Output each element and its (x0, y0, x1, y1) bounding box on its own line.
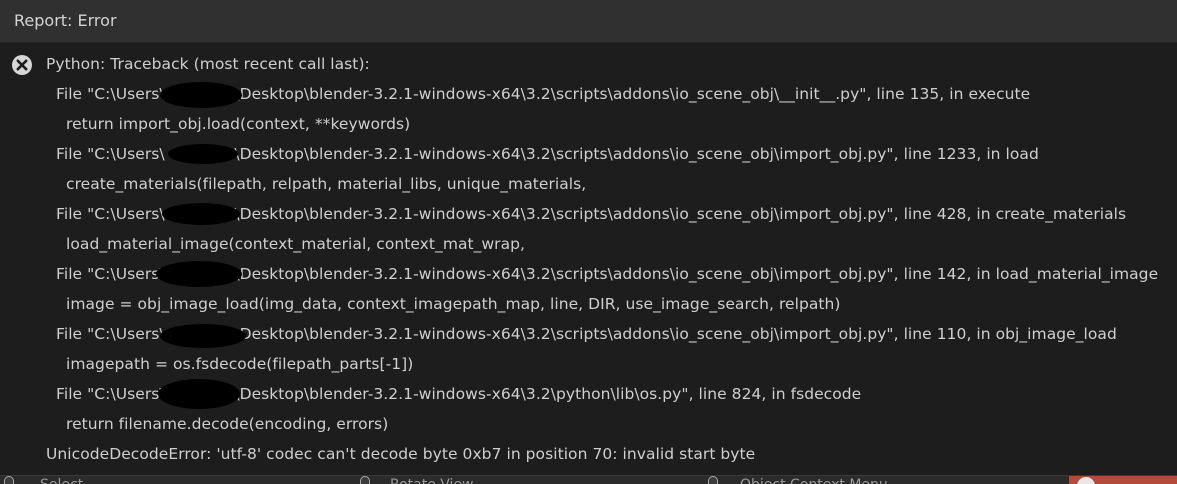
error-report-window: Report: Error Python: Traceback (most re… (0, 0, 1177, 484)
traceback-code-line: imagepath = os.fsdecode(filepath_parts[-… (66, 355, 414, 373)
traceback-code-line: return import_obj.load(context, **keywor… (66, 115, 411, 133)
traceback-code-line: load_material_image(context_material, co… (66, 235, 526, 253)
window-titlebar[interactable]: Report: Error (0, 0, 1177, 43)
redaction-mark (168, 144, 238, 164)
redaction-mark (160, 324, 246, 348)
traceback-code-line: return filename.decode(encoding, errors) (66, 415, 389, 433)
error-message: UnicodeDecodeError: 'utf-8' codec can't … (46, 445, 756, 463)
mouse-middle-icon (360, 476, 370, 484)
mouse-right-icon (708, 476, 718, 484)
traceback-header: Python: Traceback (most recent call last… (46, 55, 370, 73)
redaction-mark (160, 82, 242, 108)
error-x-icon (1077, 477, 1095, 484)
statusbar-label: Rotate View (390, 476, 474, 484)
redaction-mark (156, 261, 242, 287)
redaction-mark (158, 379, 240, 409)
statusbar-label: Object Context Menu (740, 476, 888, 484)
mouse-left-icon (4, 476, 14, 484)
error-x-icon (12, 55, 32, 75)
redaction-mark (162, 203, 240, 225)
statusbar-error-indicator[interactable] (1069, 476, 1177, 484)
report-content: Python: Traceback (most recent call last… (0, 43, 1177, 475)
window-title: Report: Error (14, 11, 117, 30)
traceback-code-line: image = obj_image_load(img_data, context… (66, 295, 841, 313)
traceback-code-line: create_materials(filepath, relpath, mate… (66, 175, 587, 193)
statusbar-label: Select (40, 476, 83, 484)
status-bar: Select Rotate View Object Context Menu (0, 475, 1177, 484)
